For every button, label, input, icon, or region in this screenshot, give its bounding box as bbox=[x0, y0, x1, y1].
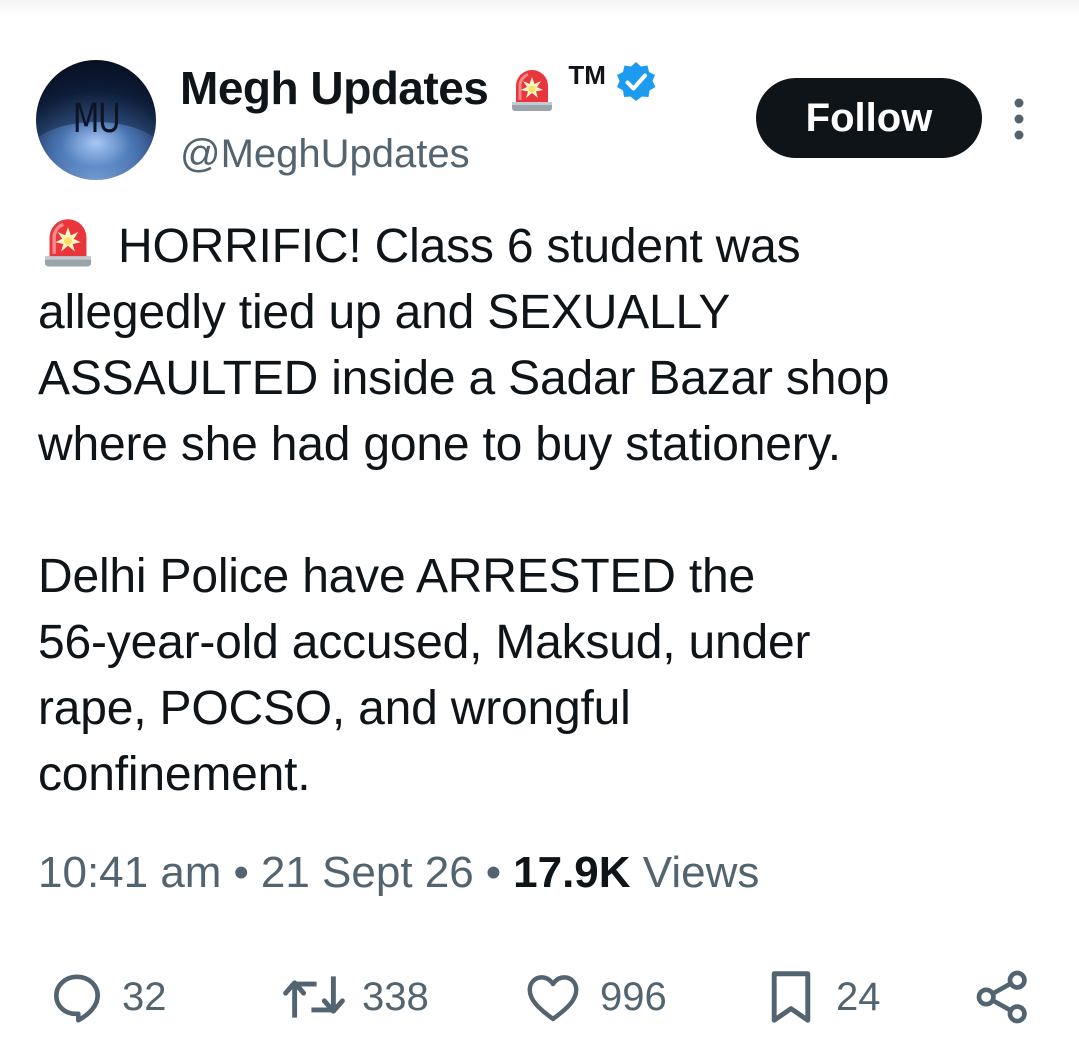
share-button[interactable] bbox=[972, 962, 1034, 1032]
repost-button[interactable]: 338 bbox=[280, 962, 429, 1032]
author-handle[interactable]: @MeghUpdates bbox=[180, 132, 470, 177]
reply-icon bbox=[54, 974, 100, 1023]
views-count: 17.9K bbox=[513, 848, 631, 897]
repost-count: 338 bbox=[362, 974, 429, 1019]
tweet-line-4: where she had gone to buy stationery. bbox=[38, 418, 841, 471]
author-display-name[interactable]: Megh Updates bbox=[180, 61, 489, 115]
more-icon[interactable] bbox=[1006, 96, 1032, 142]
share-icon bbox=[976, 970, 1027, 1024]
action-bar: 32 338 996 24 bbox=[0, 962, 1079, 1032]
follow-button[interactable]: Follow bbox=[756, 78, 982, 158]
tweet-line-3: ASSAULTED inside a Sadar Bazar shop bbox=[38, 352, 890, 405]
tweet-date[interactable]: 21 Sept 26 bbox=[261, 848, 474, 897]
like-icon bbox=[527, 975, 579, 1022]
meta-separator: • bbox=[485, 848, 502, 897]
avatar[interactable]: MU bbox=[36, 60, 156, 180]
verified-icon[interactable] bbox=[614, 60, 658, 104]
bookmark-button[interactable]: 24 bbox=[760, 962, 881, 1032]
tweet-line-2: allegedly tied up and SEXUALLY bbox=[38, 286, 731, 339]
reply-count: 32 bbox=[122, 974, 167, 1019]
tweet-time[interactable]: 10:41 am bbox=[38, 848, 221, 897]
meta-separator: • bbox=[233, 848, 249, 897]
top-strip bbox=[0, 0, 1079, 18]
author-name-row: Megh Updates TM bbox=[180, 58, 658, 118]
tweet-meta: 10:41 am • 21 Sept 26 • 17.9K Views bbox=[38, 848, 759, 898]
tweet-line-text: HORRIFIC! Class 6 student was bbox=[118, 220, 801, 273]
avatar-monogram: MU bbox=[72, 96, 121, 142]
bookmark-count: 24 bbox=[836, 974, 881, 1019]
tweet-line-1: HORRIFIC! Class 6 student was bbox=[38, 210, 1058, 280]
siren-icon bbox=[44, 219, 92, 267]
tweet-line-8: confinement. bbox=[38, 748, 311, 801]
tweet-line-5: Delhi Police have ARRESTED the bbox=[38, 550, 756, 603]
tweet-text: HORRIFIC! Class 6 student was allegedly … bbox=[38, 210, 1058, 808]
tweet-line-6: 56-year-old accused, Maksud, under bbox=[38, 616, 811, 669]
trademark-mark: TM bbox=[568, 60, 606, 90]
tweet-line-7: rape, POCSO, and wrongful bbox=[38, 682, 631, 735]
views-label: Views bbox=[642, 848, 760, 897]
siren-icon bbox=[512, 70, 553, 111]
bookmark-icon bbox=[771, 971, 811, 1023]
like-button[interactable]: 996 bbox=[520, 962, 667, 1032]
reply-button[interactable]: 32 bbox=[46, 962, 167, 1032]
like-count: 996 bbox=[600, 974, 667, 1019]
repost-icon bbox=[283, 976, 345, 1018]
